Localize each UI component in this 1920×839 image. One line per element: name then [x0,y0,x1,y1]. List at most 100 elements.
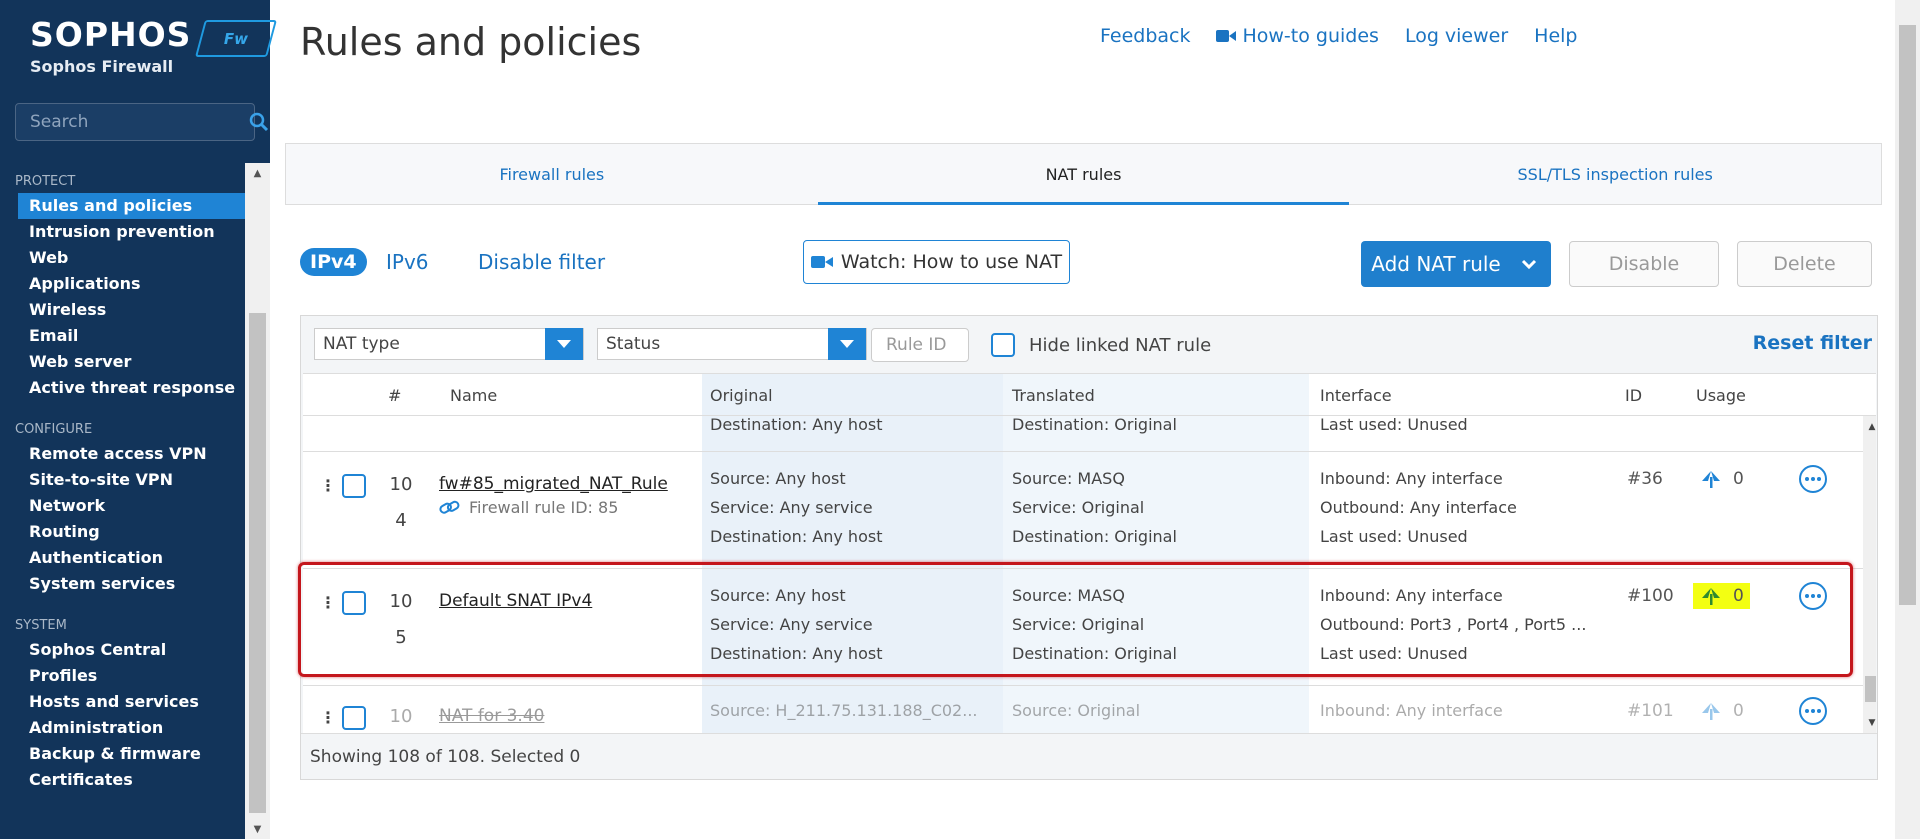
translated-cell: Destination: Original [1012,415,1177,434]
sidebar-item-rules-and-policies[interactable]: Rules and policies [18,193,245,219]
rule-id-input[interactable]: Rule ID [871,328,969,362]
translated-cell: Source: MASQ Service: Original Destination… [1012,469,1177,546]
more-options-icon[interactable] [1799,465,1827,493]
tab-nat-rules[interactable]: NAT rules [817,144,1350,205]
hide-linked-nat-rule[interactable]: Hide linked NAT rule [991,333,1211,357]
top-links: Feedback How-to guides Log viewer Help [1100,25,1578,47]
feedback-link[interactable]: Feedback [1100,25,1190,47]
sidebar-scrollbar[interactable]: ▲ ▼ [245,163,270,839]
sidebar-item-network[interactable]: Network [0,493,245,519]
dropdown-arrow-icon[interactable] [828,328,866,360]
add-nat-rule-button[interactable]: Add NAT rule [1361,241,1551,287]
watch-label: Watch: How to use NAT [840,251,1063,273]
dropdown-arrow-icon[interactable] [545,328,583,360]
nat-type-select[interactable]: NAT type [314,328,584,360]
hide-linked-checkbox[interactable] [991,333,1015,357]
sidebar-item-administration[interactable]: Administration [0,715,245,741]
more-options-icon[interactable] [1799,697,1827,725]
fw-badge: Fw [195,20,277,57]
row-checkbox[interactable] [342,706,366,730]
ipv6-link[interactable]: IPv6 [386,250,429,274]
sidebar-item-routing[interactable]: Routing [0,519,245,545]
sidebar-item-sophos-central[interactable]: Sophos Central [0,637,245,663]
row-checkbox[interactable] [342,474,366,498]
usage-count: 0 [1733,469,1744,489]
usage-count: 0 [1733,701,1744,721]
interface-cell: Last used: Unused [1320,415,1468,434]
interface-cell: Inbound: Any interfaceOutbound: Any inte… [1320,469,1517,546]
sidebar-item-email[interactable]: Email [0,323,245,349]
scroll-thumb[interactable] [1899,25,1916,605]
original-cell: Source: Any host Service: Any service Dest… [710,469,883,546]
annotation-highlight-box [298,562,1853,677]
rule-name-link[interactable]: fw#85_migrated_NAT_Rule [439,474,668,494]
link-icon [439,500,460,514]
filter-bar: NAT type Status Rule ID Hide linked NAT … [301,316,1877,372]
col-header-name[interactable]: Name [450,386,497,405]
sophos-logo[interactable]: SOPHOS Sophos Firewall Fw [30,18,277,83]
rule-id: #36 [1627,469,1663,489]
scroll-down-icon[interactable]: ▼ [245,819,270,839]
scroll-up-icon[interactable]: ▲ [245,163,270,183]
sidebar-item-system-services[interactable]: System services [0,571,245,597]
watch-how-to-use-nat-button[interactable]: Watch: How to use NAT [803,240,1070,284]
tab-ssl-tls-inspection-rules[interactable]: SSL/TLS inspection rules [1349,144,1881,204]
table-row[interactable]: ⋮ 10 NAT for 3.40 Source: H_211.75.131.1… [303,686,1863,733]
sidebar-item-wireless[interactable]: Wireless [0,297,245,323]
rule-name-link[interactable]: NAT for 3.40 [439,706,544,726]
page-scrollbar[interactable] [1895,0,1920,839]
table-row[interactable]: ⋮ 10 4 fw#85_migrated_NAT_Rule Firewall … [303,452,1863,569]
chevron-down-icon[interactable] [1507,241,1551,287]
usage-indicator: 0 [1693,698,1750,724]
help-link[interactable]: Help [1534,25,1577,47]
status-select[interactable]: Status [597,328,867,360]
howto-guides-link[interactable]: How-to guides [1216,25,1379,47]
table-row[interactable]: Destination: Any host Destination: Origi… [303,415,1863,452]
product-name: Sophos Firewall [30,57,174,76]
sidebar-item-active-threat-response[interactable]: Active threat response [0,375,245,401]
sidebar-item-intrusion-prevention[interactable]: Intrusion prevention [0,219,245,245]
search-icon[interactable] [249,105,269,139]
nat-rules-panel: NAT type Status Rule ID Hide linked NAT … [300,315,1878,780]
nav-section-protect: PROTECT [15,174,76,189]
tab-firewall-rules[interactable]: Firewall rules [286,144,818,204]
sidebar-search[interactable] [15,103,269,141]
sidebar-item-web[interactable]: Web [0,245,245,271]
sidebar-item-site-to-site-vpn[interactable]: Site-to-site VPN [0,467,245,493]
drag-handle-icon[interactable]: ⋮ [320,476,336,495]
rule-number-cont: 4 [395,510,407,531]
scroll-up-icon[interactable]: ▲ [1863,418,1876,436]
sidebar-item-profiles[interactable]: Profiles [0,663,245,689]
linked-firewall-rule[interactable]: Firewall rule ID: 85 [439,498,618,517]
rule-tabs: Firewall rules NAT rules SSL/TLS inspect… [285,143,1882,205]
scroll-down-icon[interactable]: ▼ [1863,714,1876,732]
usage-indicator: 0 [1693,466,1750,492]
sidebar-item-applications[interactable]: Applications [0,271,245,297]
log-viewer-link[interactable]: Log viewer [1405,25,1508,47]
sidebar-item-authentication[interactable]: Authentication [0,545,245,571]
scroll-thumb[interactable] [1865,676,1876,702]
sidebar-item-remote-access-vpn[interactable]: Remote access VPN [0,441,245,467]
sidebar: SOPHOS Sophos Firewall Fw PROTECT Rules … [0,0,277,839]
scroll-thumb[interactable] [249,313,266,813]
disable-filter-link[interactable]: Disable filter [478,250,605,274]
interface-cell: Inbound: Any interfaceOutbound: Any inte… [1320,701,1517,733]
sidebar-item-backup-firmware[interactable]: Backup & firmware [0,741,245,767]
translated-cell: Source: OriginalService: Original [1012,701,1144,733]
col-header-usage: Usage [1696,386,1746,405]
rule-id: #101 [1627,701,1674,721]
search-input[interactable] [30,112,249,132]
sidebar-item-web-server[interactable]: Web server [0,349,245,375]
drag-handle-icon[interactable]: ⋮ [320,708,336,727]
col-header-id: ID [1625,386,1643,405]
sidebar-item-hosts-and-services[interactable]: Hosts and services [0,689,245,715]
linked-firewall-rule-label: Firewall rule ID: 85 [469,498,619,517]
ipv4-toggle[interactable]: IPv4 [300,248,367,276]
delete-button[interactable]: Delete [1737,241,1872,287]
reset-filter-link[interactable]: Reset filter [1753,332,1872,354]
usage-arrows-icon [1702,703,1720,720]
table-scrollbar[interactable]: ▲ ▼ [1863,416,1876,733]
col-header-translated: Translated [1012,386,1095,405]
disable-button[interactable]: Disable [1569,241,1719,287]
sidebar-item-certificates[interactable]: Certificates [0,767,245,793]
